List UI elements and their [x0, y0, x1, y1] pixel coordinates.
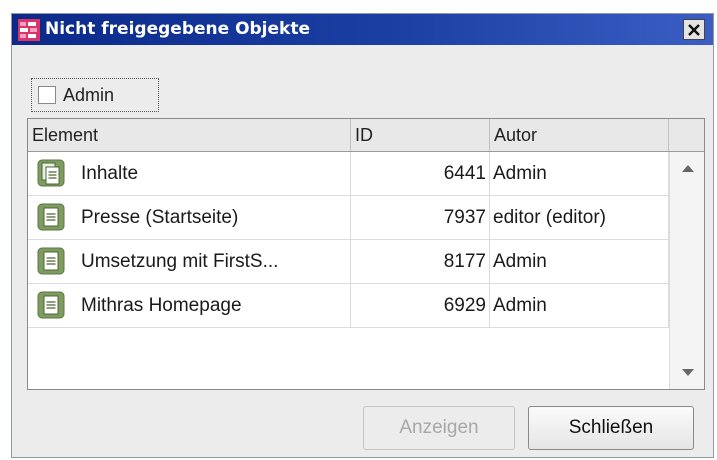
- column-header-element[interactable]: Element: [28, 119, 351, 151]
- vertical-scrollbar[interactable]: [669, 152, 704, 389]
- cell-id: 8177: [351, 240, 490, 283]
- cell-id: 6929: [351, 284, 490, 327]
- cell-id: 7937: [351, 196, 490, 239]
- checkbox-label: Admin: [63, 84, 115, 105]
- arrow-up-icon: [681, 165, 694, 172]
- table-row[interactable]: Presse (Startseite) 7937 editor (editor): [28, 196, 669, 240]
- cell-id: 6441: [351, 152, 490, 195]
- column-header-author[interactable]: Autor: [490, 119, 669, 151]
- table-row[interactable]: Mithras Homepage 6929 Admin: [28, 284, 669, 328]
- objects-table: Element ID Autor Inhalte 6441 Admin Pres…: [27, 118, 705, 390]
- dialog-window: Nicht freigegebene Objekte Admin Element…: [11, 13, 714, 458]
- column-header-id[interactable]: ID: [351, 119, 490, 151]
- header-corner: [669, 119, 704, 152]
- cell-element: Mithras Homepage: [28, 284, 351, 327]
- scroll-down-button[interactable]: [670, 359, 704, 387]
- dialog-title: Nicht freigegebene Objekte: [45, 19, 311, 39]
- admin-filter-checkbox[interactable]: Admin: [31, 78, 159, 112]
- title-bar[interactable]: Nicht freigegebene Objekte: [12, 14, 713, 45]
- cell-author: Admin: [490, 284, 669, 327]
- table-row[interactable]: Inhalte 6441 Admin: [28, 152, 669, 196]
- close-icon: [688, 23, 700, 36]
- checkbox-box[interactable]: [38, 86, 56, 104]
- cell-element: Umsetzung mit FirstS...: [28, 240, 351, 283]
- close-button[interactable]: Schließen: [528, 406, 694, 450]
- cell-element: Inhalte: [28, 152, 351, 195]
- table-header: Element ID Autor: [28, 119, 669, 152]
- close-window-button[interactable]: [683, 19, 705, 40]
- table-row[interactable]: Umsetzung mit FirstS... 8177 Admin: [28, 240, 669, 284]
- cell-author: Admin: [490, 240, 669, 283]
- arrow-down-icon: [681, 369, 694, 376]
- scroll-up-button[interactable]: [670, 154, 704, 182]
- cell-author: Admin: [490, 152, 669, 195]
- cell-author: editor (editor): [490, 196, 669, 239]
- app-logo-icon: [18, 19, 40, 41]
- cell-element: Presse (Startseite): [28, 196, 351, 239]
- show-button[interactable]: Anzeigen: [363, 406, 515, 450]
